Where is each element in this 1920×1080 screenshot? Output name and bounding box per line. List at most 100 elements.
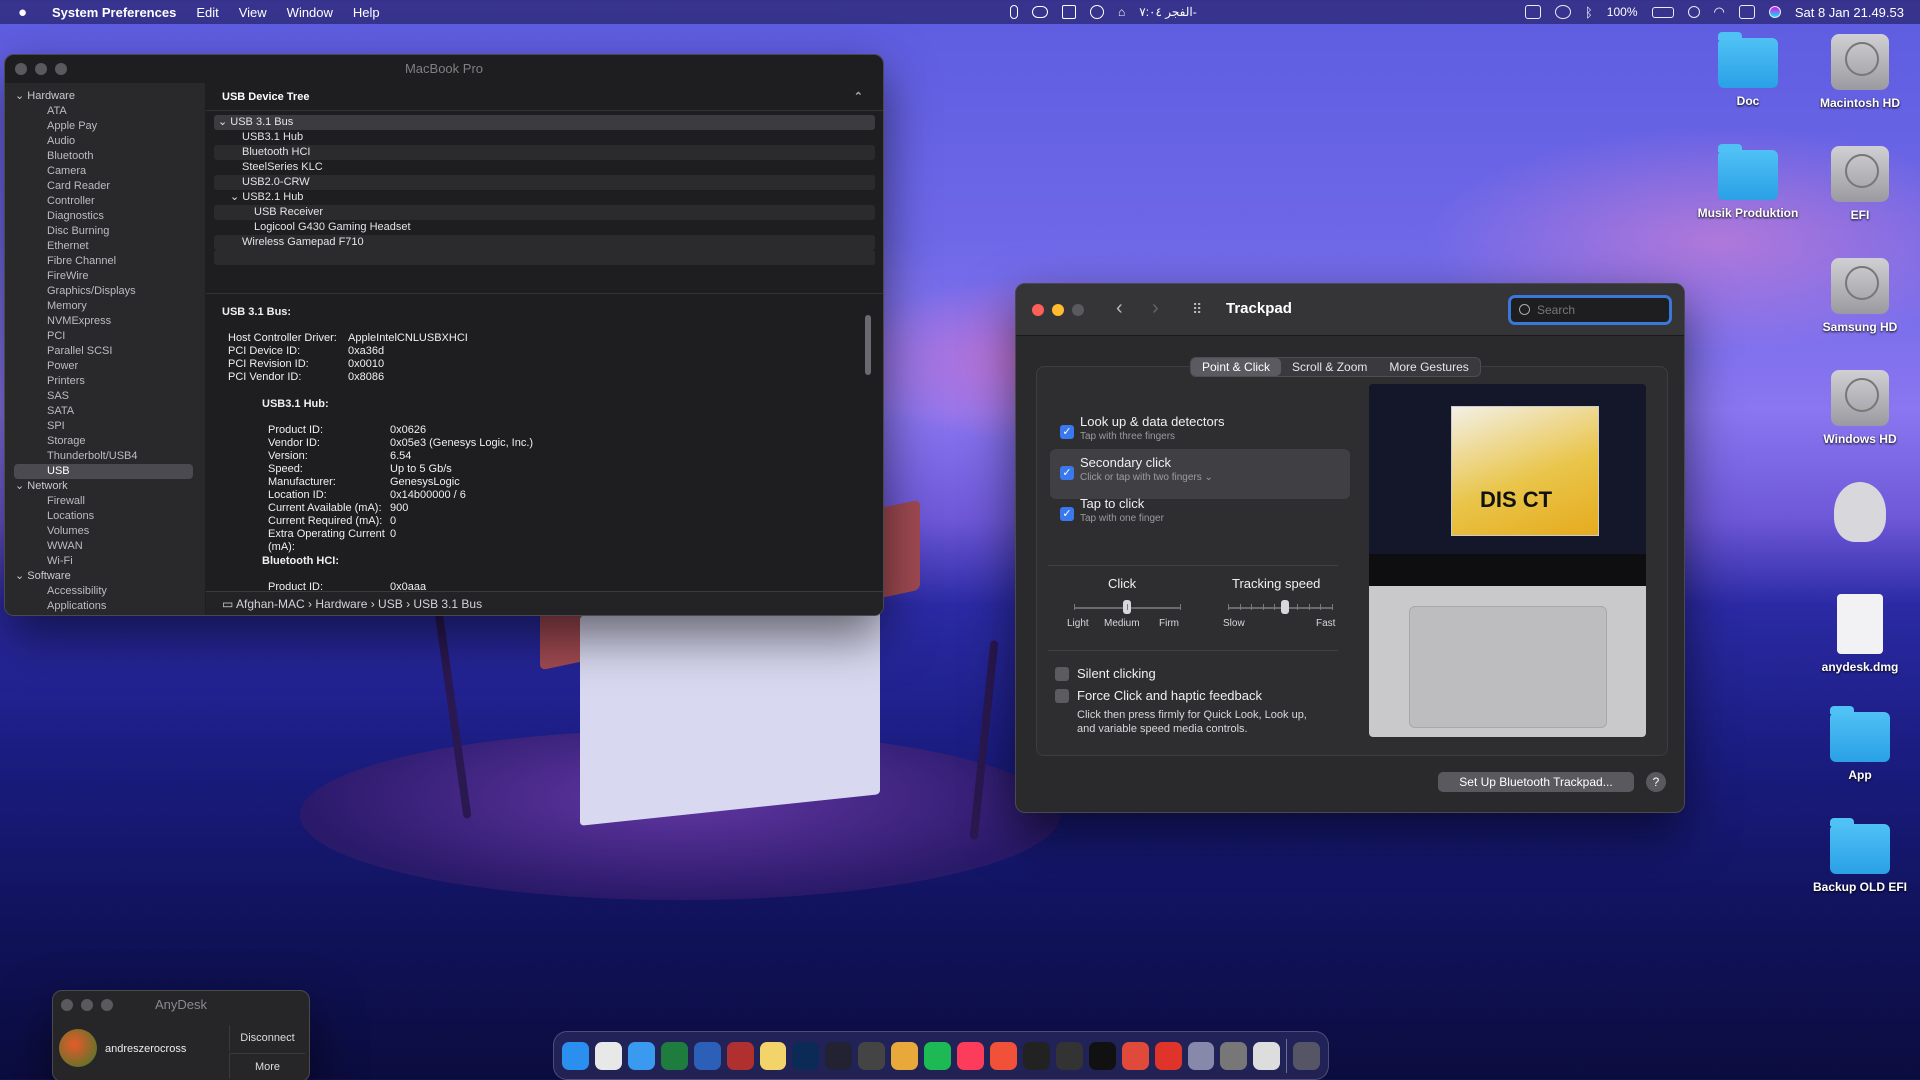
dock-git-icon[interactable] bbox=[1121, 1041, 1149, 1070]
dock-console-icon[interactable] bbox=[1055, 1041, 1083, 1070]
tracking-slider-knob[interactable] bbox=[1281, 600, 1290, 614]
sidebar-item[interactable]: Developer bbox=[5, 614, 205, 615]
disclosure-chevron-icon[interactable]: ⌄ bbox=[15, 90, 27, 102]
menu-view[interactable]: View bbox=[239, 5, 267, 20]
sidebar-item[interactable]: Memory bbox=[5, 299, 205, 314]
sidebar-item[interactable]: Parallel SCSI bbox=[5, 344, 205, 359]
desktop-folder-musik[interactable]: Musik Produktion bbox=[1693, 144, 1803, 220]
sidebar-item[interactable]: Wi-Fi bbox=[5, 554, 205, 569]
disclosure-chevron-icon[interactable]: ⌄ bbox=[218, 116, 230, 128]
option-checkbox[interactable]: ✓ bbox=[1060, 507, 1074, 521]
option-tap-to-click[interactable]: ✓ Tap to click Tap with one finger bbox=[1050, 490, 1350, 540]
tree-row[interactable]: Bluetooth HCI bbox=[214, 145, 875, 160]
search-input[interactable]: Search bbox=[1508, 295, 1672, 325]
path-text[interactable]: Afghan-MAC › Hardware › USB › USB 3.1 Bu… bbox=[236, 597, 482, 611]
wifi-icon[interactable]: ◠ bbox=[1714, 4, 1725, 20]
sidebar-item[interactable]: Applications bbox=[5, 599, 205, 614]
sidebar-item[interactable]: Printers bbox=[5, 374, 205, 389]
tree-header[interactable]: USB Device Tree ⌃ bbox=[206, 83, 883, 111]
sidebar-item[interactable]: USB bbox=[14, 464, 193, 479]
sidebar-item[interactable]: Bluetooth bbox=[5, 149, 205, 164]
forward-chevron-icon[interactable]: › bbox=[1152, 297, 1159, 320]
more-button[interactable]: More bbox=[229, 1053, 305, 1079]
sidebar-item[interactable]: Controller bbox=[5, 194, 205, 209]
dock-excel-icon[interactable] bbox=[660, 1041, 688, 1070]
sidebar-item[interactable]: WWAN bbox=[5, 539, 205, 554]
menu-app-name[interactable]: System Preferences bbox=[52, 5, 176, 20]
sidebar-item[interactable]: SATA bbox=[5, 404, 205, 419]
display-icon[interactable] bbox=[1524, 5, 1541, 19]
desktop-folder-app[interactable]: App bbox=[1805, 706, 1915, 782]
clock[interactable]: Sat 8 Jan 21.49.53 bbox=[1795, 5, 1904, 20]
sidebar-item[interactable]: SPI bbox=[5, 419, 205, 434]
dock-settings-icon[interactable] bbox=[1220, 1041, 1248, 1070]
desktop-disk-macintosh-hd[interactable]: Macintosh HD bbox=[1805, 34, 1915, 110]
disclosure-chevron-icon[interactable]: ⌄ bbox=[15, 570, 27, 582]
dock-preview-icon[interactable] bbox=[1187, 1041, 1215, 1070]
dock-disk-icon[interactable] bbox=[858, 1041, 886, 1070]
dock-tv-icon[interactable] bbox=[1022, 1041, 1050, 1070]
dock-anydesk-icon[interactable] bbox=[1154, 1041, 1182, 1070]
siri-icon[interactable] bbox=[1768, 6, 1781, 18]
dock-chrome-icon[interactable] bbox=[594, 1041, 622, 1070]
dock-photoshop-icon[interactable] bbox=[792, 1041, 820, 1070]
bluetooth-icon[interactable]: ᛒ bbox=[1585, 5, 1593, 20]
sidebar-item[interactable]: Audio bbox=[5, 134, 205, 149]
prayer-time[interactable]: الفجر ٧:٠٤- bbox=[1139, 5, 1196, 19]
dock-word-icon[interactable] bbox=[693, 1041, 721, 1070]
battery-percent[interactable]: 100% bbox=[1607, 5, 1638, 19]
dock-trash-icon[interactable] bbox=[1293, 1041, 1321, 1070]
sidebar-item[interactable]: Graphics/Displays bbox=[5, 284, 205, 299]
disclosure-chevron-icon[interactable]: ⌄ bbox=[230, 191, 242, 203]
detail-scrollbar[interactable] bbox=[865, 315, 871, 375]
sidebar-item[interactable]: Apple Pay bbox=[5, 119, 205, 134]
desktop-folder-doc[interactable]: Doc bbox=[1693, 32, 1803, 108]
sidebar-item[interactable]: Firewall bbox=[5, 494, 205, 509]
spotlight-search-icon[interactable] bbox=[1687, 6, 1700, 18]
sidebar-item[interactable]: Camera bbox=[5, 164, 205, 179]
dock-print-icon[interactable] bbox=[1253, 1041, 1281, 1070]
desktop-disk-efi[interactable]: EFI bbox=[1805, 146, 1915, 222]
setup-bluetooth-trackpad-button[interactable]: Set Up Bluetooth Trackpad... bbox=[1438, 772, 1634, 792]
battery-icon[interactable] bbox=[1651, 6, 1674, 18]
sidebar-item[interactable]: ATA bbox=[5, 104, 205, 119]
option-checkbox[interactable]: ✓ bbox=[1060, 425, 1074, 439]
dock-notes-icon[interactable] bbox=[759, 1041, 787, 1070]
menu-edit[interactable]: Edit bbox=[196, 5, 218, 20]
menu-help[interactable]: Help bbox=[353, 5, 380, 20]
zoom-button[interactable] bbox=[1072, 304, 1084, 316]
sidebar-item[interactable]: Card Reader bbox=[5, 179, 205, 194]
creative-cloud-icon[interactable] bbox=[1032, 6, 1048, 18]
sidebar-item[interactable]: Fibre Channel bbox=[5, 254, 205, 269]
activity-monitor-icon[interactable] bbox=[1062, 5, 1076, 19]
desktop-folder-backup-old-efi[interactable]: Backup OLD EFI bbox=[1805, 818, 1915, 894]
silent-clicking-checkbox[interactable] bbox=[1055, 667, 1069, 681]
tracking-slider-track[interactable] bbox=[1228, 607, 1332, 609]
tab-more-gestures[interactable]: More Gestures bbox=[1378, 358, 1479, 376]
dock-spotify-icon[interactable] bbox=[924, 1041, 952, 1070]
menu-window[interactable]: Window bbox=[287, 5, 333, 20]
mosque-icon[interactable]: ⌂ bbox=[1118, 5, 1125, 19]
disconnect-button[interactable]: Disconnect bbox=[229, 1025, 305, 1051]
dock-terminal-icon[interactable] bbox=[1088, 1041, 1116, 1070]
desktop-disk-samsung-hd[interactable]: Samsung HD bbox=[1805, 258, 1915, 334]
mouse-status-icon[interactable] bbox=[1010, 5, 1018, 19]
tree-row[interactable]: USB Receiver bbox=[214, 205, 875, 220]
sidebar-category[interactable]: ⌄ Hardware bbox=[5, 89, 205, 104]
apple-menu-icon[interactable]: ● bbox=[18, 4, 36, 21]
tree-row[interactable]: SteelSeries KLC bbox=[214, 160, 875, 175]
tree-row[interactable]: ⌄ USB2.1 Hub bbox=[214, 190, 875, 205]
tab-scroll-zoom[interactable]: Scroll & Zoom bbox=[1281, 358, 1378, 376]
dock-swift-icon[interactable] bbox=[989, 1041, 1017, 1070]
headphones-icon[interactable] bbox=[1554, 5, 1571, 19]
tree-row[interactable]: ⌄ USB 3.1 Bus bbox=[214, 115, 875, 130]
sidebar-item[interactable]: Thunderbolt/USB4 bbox=[5, 449, 205, 464]
option-checkbox[interactable]: ✓ bbox=[1060, 466, 1074, 480]
tree-row[interactable]: USB2.0-CRW bbox=[214, 175, 875, 190]
dock-music-icon[interactable] bbox=[957, 1041, 984, 1070]
sidebar-item[interactable]: Ethernet bbox=[5, 239, 205, 254]
sidebar-item[interactable]: Locations bbox=[5, 509, 205, 524]
dock-finder-icon[interactable] bbox=[562, 1041, 589, 1070]
dock-mail-icon[interactable] bbox=[627, 1041, 655, 1070]
dock-photos-icon[interactable] bbox=[891, 1041, 919, 1070]
